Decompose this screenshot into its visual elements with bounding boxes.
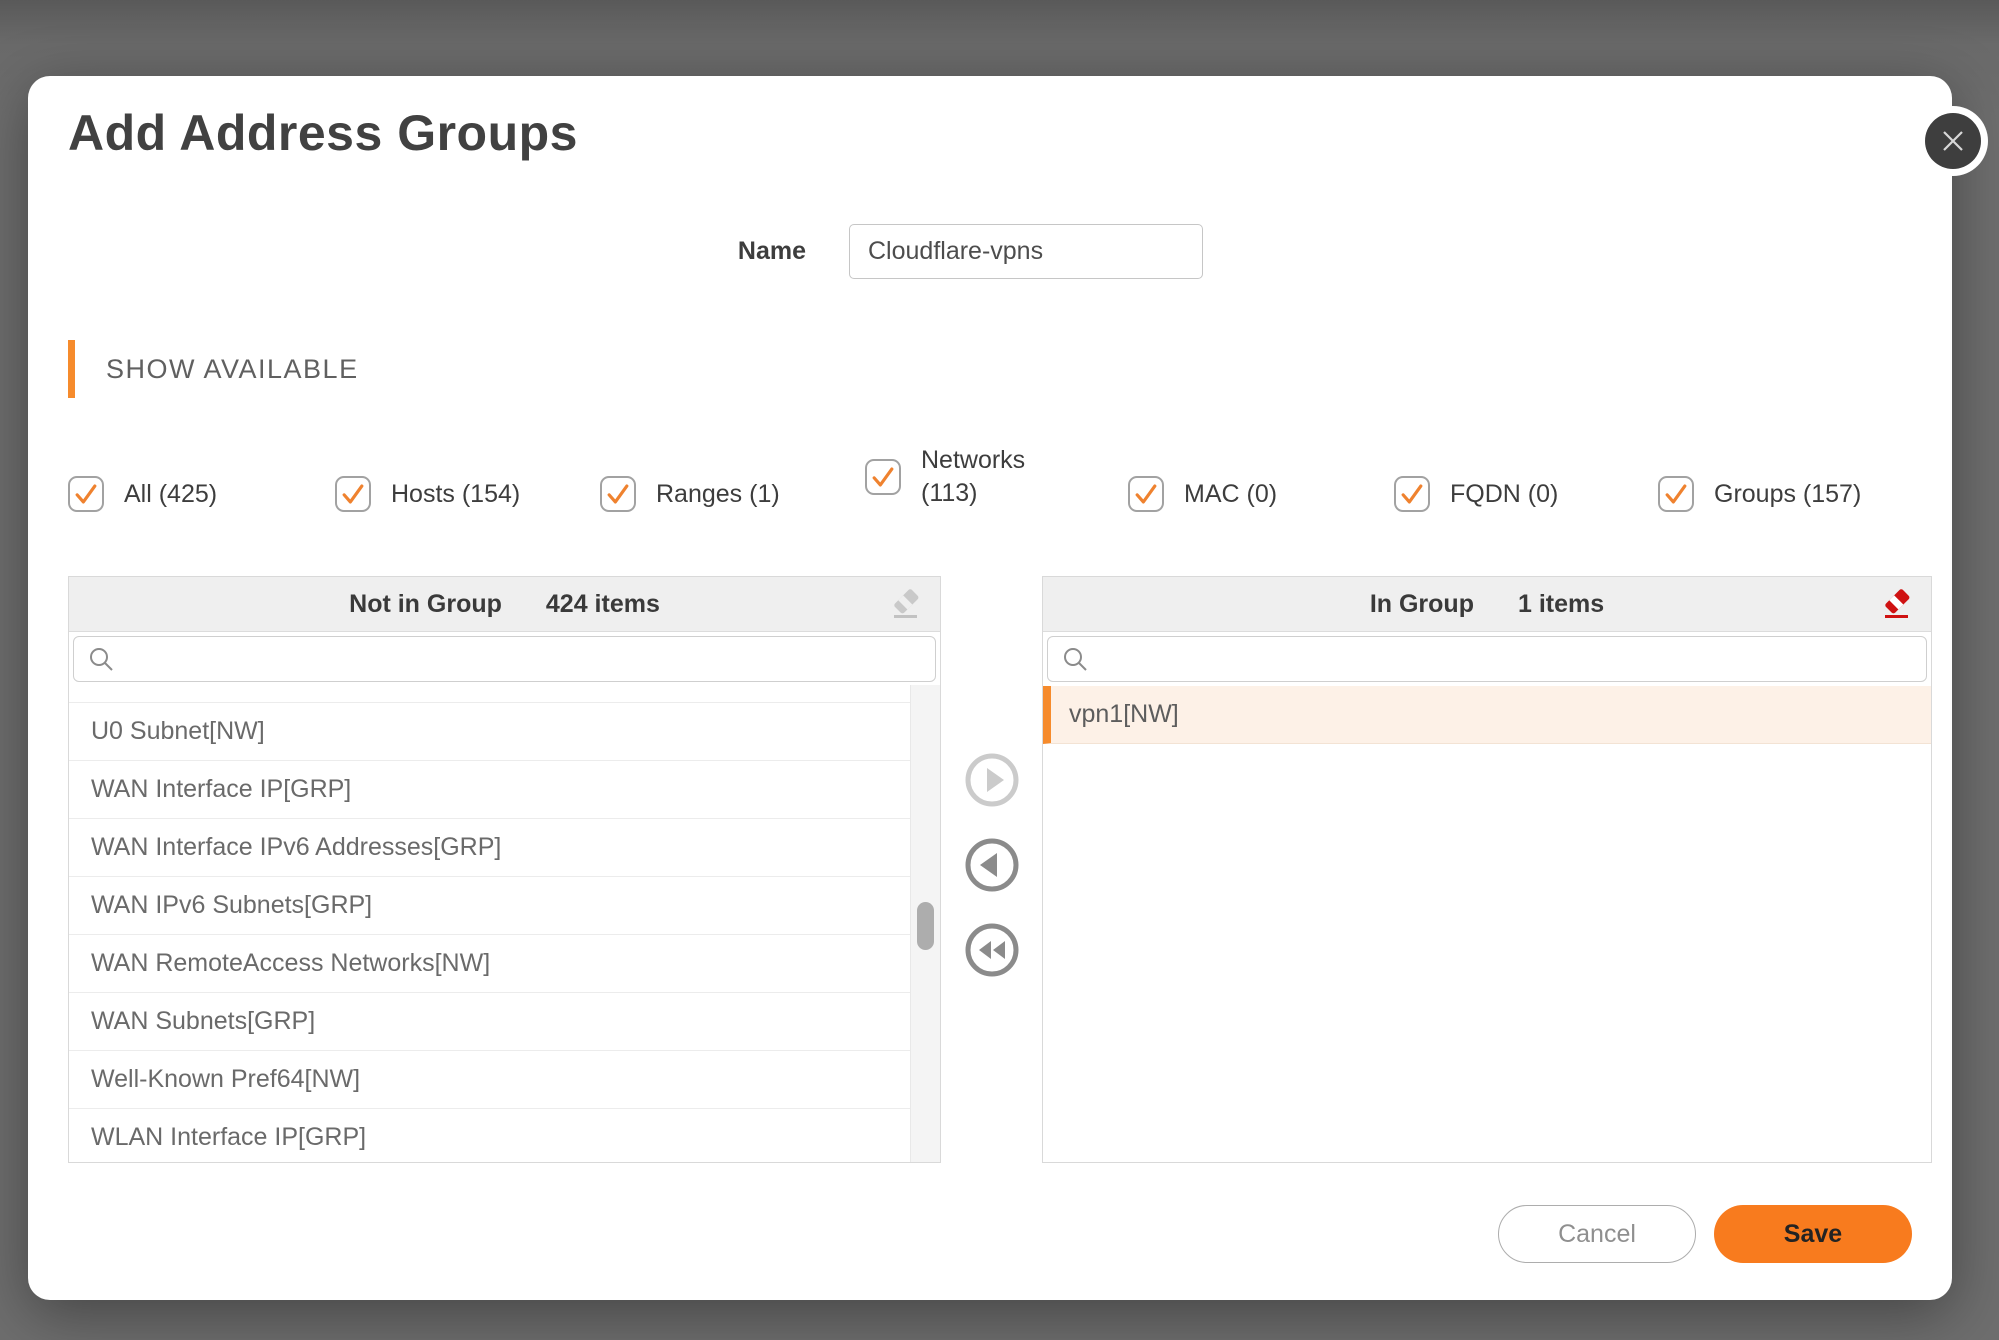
cancel-button[interactable]: Cancel [1498,1205,1696,1263]
checkbox-checked-icon[interactable] [1394,476,1430,512]
panel-item-count: 1 items [1518,590,1604,619]
not-in-group-header: Not in Group 424 items [69,577,940,632]
double-arrow-left-icon [979,941,991,959]
filter-checkbox-item[interactable]: Hosts (154) [335,476,520,512]
panel-item-count: 424 items [546,590,660,619]
name-field[interactable] [849,224,1203,279]
filter-checkbox-item[interactable]: Ranges (1) [600,476,780,512]
filter-checkbox-item[interactable]: MAC (0) [1128,476,1277,512]
search-icon [1062,646,1089,678]
clear-group-eraser-icon[interactable] [1879,586,1915,624]
filter-checkbox-item[interactable]: Groups (157) [1658,476,1861,512]
list-item-label: U0 Subnet[NW] [91,717,265,745]
panel-title: Not in Group [349,590,502,619]
checkbox-checked-icon[interactable] [865,459,901,495]
section-heading: SHOW AVAILABLE [106,340,359,398]
not-in-group-search [73,636,936,682]
list-item[interactable]: WAN Interface IP[GRP] [69,761,940,819]
move-left-button[interactable] [964,837,1020,893]
close-button[interactable] [1918,106,1988,176]
page-title: Add Address Groups [68,104,578,162]
save-button[interactable]: Save [1714,1205,1912,1263]
selected-group-member-row[interactable]: vpn1[NW] [1043,686,1931,744]
filter-label: MAC (0) [1184,480,1277,509]
search-input[interactable] [73,636,936,682]
list-item[interactable]: WAN RemoteAccess Networks[NW] [69,935,940,993]
name-label: Name [628,224,806,279]
filter-checkbox-item[interactable]: Networks (113) [865,444,1039,510]
section-accent-bar [68,340,75,398]
checkbox-checked-icon[interactable] [335,476,371,512]
list-item[interactable]: WAN IPv6 Subnets[GRP] [69,877,940,935]
move-all-left-button[interactable] [964,922,1020,978]
filter-label: All (425) [124,480,217,509]
clear-selection-eraser-icon[interactable] [888,586,924,624]
in-group-search [1047,636,1927,682]
arrow-left-icon [980,853,997,877]
list-item-label: vpn1[NW] [1069,700,1179,728]
list-item[interactable]: Well-Known Pref64[NW] [69,1051,940,1109]
panel-title: In Group [1370,590,1474,619]
list-item[interactable]: WLAN Interface IP[GRP] [69,1109,940,1163]
filter-checkbox-item[interactable]: All (425) [68,476,217,512]
filter-label: Ranges (1) [656,480,780,509]
not-in-group-list: U0 Subnet[NW] WAN Interface IP[GRP] WAN … [69,686,940,1163]
checkbox-checked-icon[interactable] [68,476,104,512]
list-item-label: WAN Subnets[GRP] [91,1007,315,1035]
checkbox-checked-icon[interactable] [600,476,636,512]
scrollbar-thumb[interactable] [917,902,934,950]
search-input[interactable] [1047,636,1927,682]
list-item-label: WAN Interface IP[GRP] [91,775,351,803]
partial-scrolled-row [69,686,940,703]
in-group-panel: In Group 1 items [1042,576,1932,1163]
list-item-label: WAN IPv6 Subnets[GRP] [91,891,372,919]
filter-label: Groups (157) [1714,480,1861,509]
checkbox-checked-icon[interactable] [1128,476,1164,512]
filter-label: FQDN (0) [1450,480,1558,509]
in-group-list: vpn1[NW] [1043,686,1931,744]
list-item-label: WAN RemoteAccess Networks[NW] [91,949,490,977]
checkbox-checked-icon[interactable] [1658,476,1694,512]
list-item-label: Well-Known Pref64[NW] [91,1065,360,1093]
search-icon [88,646,115,678]
list-item[interactable]: WAN Subnets[GRP] [69,993,940,1051]
filter-label: Hosts (154) [391,480,520,509]
arrow-right-icon [987,768,1004,792]
list-item[interactable]: WAN Interface IPv6 Addresses[GRP] [69,819,940,877]
not-in-group-panel: Not in Group 424 items [68,576,941,1163]
list-item-label: WAN Interface IPv6 Addresses[GRP] [91,833,501,861]
filter-checkbox-item[interactable]: FQDN (0) [1394,476,1558,512]
filter-label: Networks (113) [921,444,1039,510]
close-icon [1925,113,1981,169]
move-right-button[interactable] [964,752,1020,808]
in-group-header: In Group 1 items [1043,577,1931,632]
add-address-groups-dialog: Add Address Groups Name SHOW AVAILABLE A… [28,76,1952,1300]
list-item[interactable]: U0 Subnet[NW] [69,703,940,761]
list-item-label: WLAN Interface IP[GRP] [91,1123,366,1151]
scrollbar-track[interactable] [910,685,940,1163]
